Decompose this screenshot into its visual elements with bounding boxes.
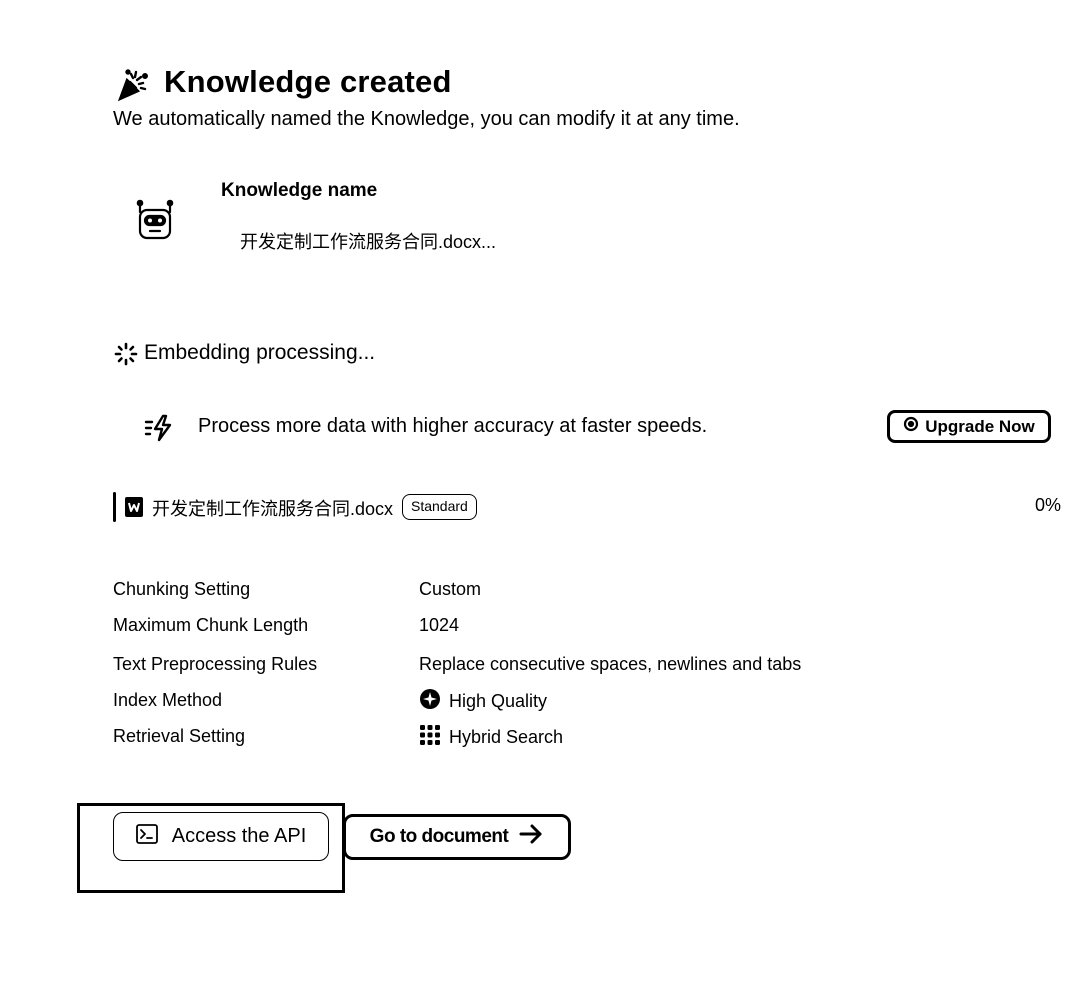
file-progress: 0% <box>1034 495 1061 515</box>
spinner-icon <box>114 342 138 366</box>
gear-badge-icon <box>419 688 441 715</box>
page-subtitle: We automatically named the Knowledge, yo… <box>113 108 740 130</box>
sparkle-icon <box>903 416 919 437</box>
lightning-icon <box>144 414 174 442</box>
arrow-right-icon <box>518 823 544 851</box>
knowledge-name-label: Knowledge name <box>221 180 378 201</box>
knowledge-name-input[interactable]: 开发定制工作流服务合同.docx... <box>240 228 496 254</box>
robot-icon <box>134 198 176 244</box>
max-chunk-length-label: Maximum Chunk Length <box>113 615 309 635</box>
status-badge: Standard <box>402 494 477 520</box>
go-to-document-label: Go to document <box>369 826 509 847</box>
terminal-icon <box>135 823 158 850</box>
access-api-button[interactable]: Access the API <box>113 812 329 861</box>
access-api-label: Access the API <box>171 825 307 847</box>
word-document-icon <box>124 496 144 518</box>
preprocessing-rules-label: Text Preprocessing Rules <box>113 654 318 674</box>
index-method-text: High Quality <box>449 691 548 711</box>
preprocessing-rules-text: Replace consecutive spaces, newlines and… <box>419 654 802 674</box>
go-to-document-button[interactable]: Go to document <box>343 814 571 860</box>
preprocessing-rules-value: Replace consecutive spaces, newlines and… <box>419 654 801 675</box>
index-method-label: Index Method <box>113 690 223 710</box>
chunking-setting-label: Chunking Setting <box>113 579 251 599</box>
chunking-setting-value: Custom <box>419 579 481 600</box>
file-row-indicator <box>113 492 116 522</box>
index-method-value: High Quality <box>419 688 547 715</box>
retrieval-setting-value: Hybrid Search <box>419 724 563 751</box>
upgrade-message: Process more data with higher accuracy a… <box>198 415 708 437</box>
upgrade-now-label: Upgrade Now <box>925 416 1035 436</box>
max-chunk-length-value: 1024 <box>419 615 459 636</box>
embedding-status: Embedding processing... <box>144 341 376 364</box>
file-name: 开发定制工作流服务合同.docx <box>152 499 394 519</box>
max-chunk-length-text: 1024 <box>419 615 460 635</box>
chunking-setting-text: Custom <box>419 579 482 599</box>
upgrade-now-button[interactable]: Upgrade Now <box>887 410 1051 443</box>
party-popper-icon <box>116 68 150 102</box>
page-title: Knowledge created <box>164 64 452 99</box>
grid-dots-icon <box>419 724 441 751</box>
retrieval-setting-text: Hybrid Search <box>449 727 564 747</box>
retrieval-setting-label: Retrieval Setting <box>113 726 246 746</box>
